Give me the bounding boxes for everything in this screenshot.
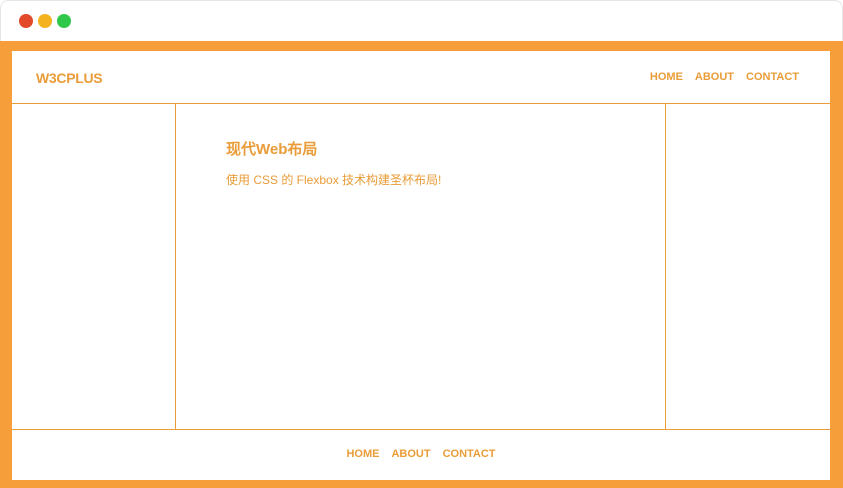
right-sidebar [666, 104, 830, 430]
window-titlebar [0, 0, 843, 41]
header-nav-about[interactable]: ABOUT [695, 71, 734, 83]
footer-nav: HOME ABOUT CONTACT [12, 448, 830, 460]
browser-window: W3CPLUS HOME ABOUT CONTACT 现代Web布局 使用 CS… [0, 0, 843, 488]
header-nav-contact[interactable]: CONTACT [746, 71, 799, 83]
maximize-window-button[interactable] [57, 14, 71, 28]
page-frame: W3CPLUS HOME ABOUT CONTACT 现代Web布局 使用 CS… [0, 41, 843, 488]
site-footer: HOME ABOUT CONTACT [12, 429, 830, 480]
header-nav: HOME ABOUT CONTACT [650, 71, 799, 83]
footer-nav-about[interactable]: ABOUT [391, 448, 430, 460]
main-area: 现代Web布局 使用 CSS 的 Flexbox 技术构建圣杯布局! [12, 104, 830, 430]
close-window-button[interactable] [19, 14, 33, 28]
header-nav-home[interactable]: HOME [650, 71, 683, 83]
site-logo[interactable]: W3CPLUS [36, 70, 103, 86]
left-sidebar [12, 104, 176, 430]
footer-nav-contact[interactable]: CONTACT [443, 448, 496, 460]
minimize-window-button[interactable] [38, 14, 52, 28]
page-title: 现代Web布局 [226, 141, 318, 158]
footer-nav-home[interactable]: HOME [346, 448, 379, 460]
site-header: W3CPLUS HOME ABOUT CONTACT [12, 51, 830, 104]
page-subtitle: 使用 CSS 的 Flexbox 技术构建圣杯布局! [226, 173, 442, 187]
holy-grail-page: W3CPLUS HOME ABOUT CONTACT 现代Web布局 使用 CS… [12, 51, 830, 480]
main-content: 现代Web布局 使用 CSS 的 Flexbox 技术构建圣杯布局! [176, 104, 666, 430]
